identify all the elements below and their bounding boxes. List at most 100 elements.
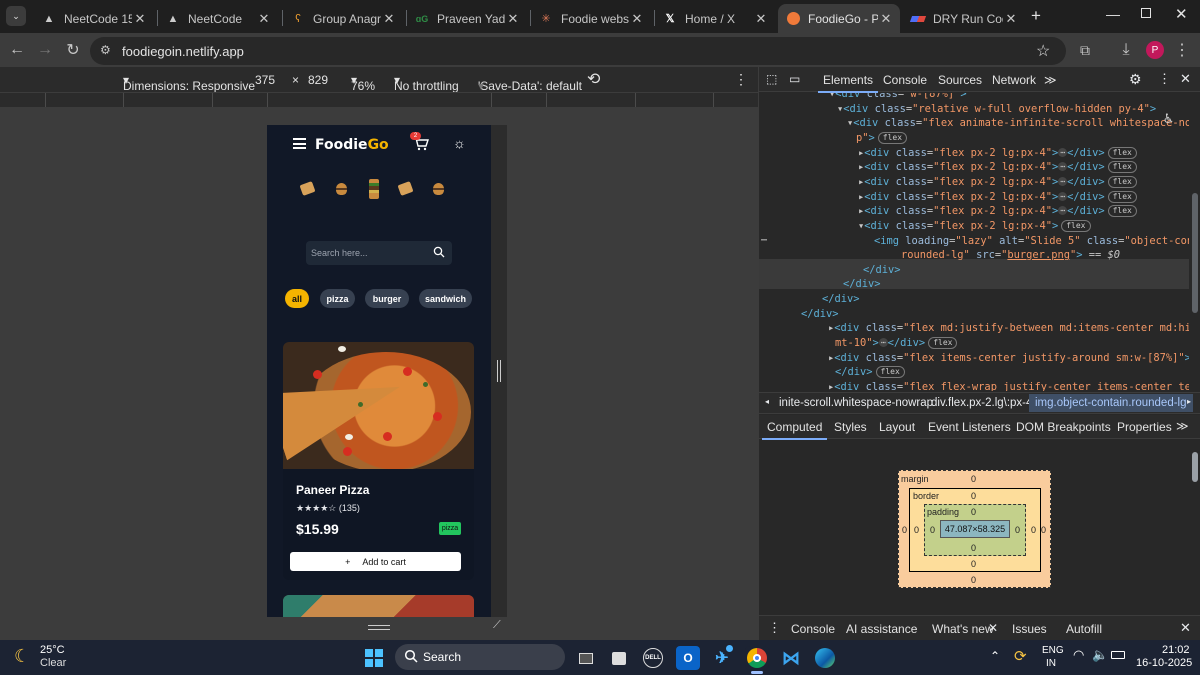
settings-gear-icon[interactable]: ⚙ bbox=[1129, 71, 1142, 88]
width-input[interactable]: 375 bbox=[255, 73, 275, 87]
theme-toggle-icon[interactable]: ☼ bbox=[453, 135, 466, 151]
close-icon[interactable]: ✕ bbox=[381, 11, 397, 27]
vscode-icon[interactable]: ⋈ bbox=[779, 646, 803, 670]
close-window-button[interactable]: ✕ bbox=[1175, 5, 1188, 23]
reload-button[interactable]: ↻ bbox=[61, 38, 85, 62]
dom-tree[interactable]: ▾<div class="w-[87%]"> ▾<div class="relat… bbox=[759, 93, 1189, 391]
language-code[interactable]: ENG bbox=[1042, 645, 1064, 656]
drawer-tab-console[interactable]: Console bbox=[791, 622, 835, 636]
dimensions-select[interactable]: Dimensions: Responsive ▾ bbox=[123, 73, 255, 93]
dell-icon[interactable]: DELL bbox=[641, 646, 665, 670]
category-chip-sandwich[interactable]: sandwich bbox=[419, 289, 472, 308]
more-tabs-icon[interactable]: ≫ bbox=[1044, 73, 1057, 87]
height-input[interactable]: 829 bbox=[308, 73, 328, 87]
subtab-layout[interactable]: Layout bbox=[879, 420, 915, 434]
tab-console[interactable]: Console bbox=[883, 73, 927, 87]
category-chip-pizza[interactable]: pizza bbox=[320, 289, 355, 308]
drawer-tab-autofill[interactable]: Autofill bbox=[1066, 622, 1102, 636]
clock-time[interactable]: 21:02 bbox=[1162, 644, 1190, 656]
subtab-styles[interactable]: Styles bbox=[834, 420, 867, 434]
battery-icon[interactable] bbox=[1111, 651, 1125, 659]
dom-node-line[interactable]: mt-10"> ⋯ </div> flex bbox=[835, 337, 958, 352]
show-hidden-icons[interactable]: ⌃ bbox=[990, 649, 1000, 663]
accessibility-icon[interactable]: ♿ bbox=[1164, 109, 1173, 127]
close-devtools-icon[interactable]: ✕ bbox=[1180, 71, 1191, 87]
taskbar-search[interactable]: Search bbox=[395, 644, 565, 670]
more-subtabs-icon[interactable]: ≫ bbox=[1176, 419, 1189, 433]
forward-button[interactable]: → bbox=[33, 38, 57, 62]
tab-dry-run-code[interactable]: DRY Run Code - ✕ bbox=[903, 4, 1025, 33]
microsoft-store-icon[interactable] bbox=[607, 646, 631, 670]
close-drawer-icon[interactable]: ✕ bbox=[1180, 620, 1191, 636]
dom-node-line[interactable]: </div> bbox=[801, 308, 839, 323]
subtab-dom-breakpoints[interactable]: DOM Breakpoints bbox=[1016, 420, 1111, 434]
zoom-select[interactable]: 76% ▾ bbox=[351, 73, 375, 93]
tab-sources[interactable]: Sources bbox=[938, 73, 982, 87]
resize-corner-handle[interactable]: ⟋ bbox=[493, 619, 501, 632]
tab-praveen-yadav[interactable]: ɑG Praveen Yadav - ✕ bbox=[407, 4, 527, 33]
new-tab-button[interactable]: + bbox=[1031, 6, 1041, 26]
breadcrumb-item-active[interactable]: img.object-contain.rounded-lg bbox=[1029, 394, 1193, 412]
sync-icon[interactable]: ⟳ bbox=[1014, 647, 1027, 665]
dom-node-line[interactable]: ▸<div class="flex items-center justify-a… bbox=[828, 352, 1189, 367]
dom-node-line[interactable]: ▸<div class="flex flex-wrap justify-cent… bbox=[828, 381, 1189, 391]
subtab-properties[interactable]: Properties bbox=[1117, 420, 1172, 434]
bookmark-star-icon[interactable]: ☆ bbox=[1036, 41, 1050, 61]
computed-scrollbar[interactable] bbox=[1191, 440, 1199, 614]
drawer-tab-issues[interactable]: Issues bbox=[1012, 622, 1047, 636]
weather-condition[interactable]: Clear bbox=[40, 657, 66, 669]
drawer-menu-icon[interactable]: ⋮ bbox=[768, 620, 781, 636]
dom-scrollbar[interactable] bbox=[1191, 93, 1199, 391]
download-icon[interactable]: ⤓ bbox=[1114, 38, 1138, 62]
device-toggle-icon[interactable]: ▭ bbox=[789, 72, 800, 86]
mobile-page[interactable]: FoodieGo 2 ☼ Search here... all pizza bu… bbox=[267, 125, 491, 617]
close-whats-new-icon[interactable]: ✕ bbox=[988, 621, 998, 635]
address-bar[interactable]: ⚙ foodiegoin.netlify.app ☆ bbox=[90, 37, 1066, 65]
breadcrumb-item[interactable]: inite-scroll.whitespace-nowrap bbox=[779, 397, 933, 409]
dom-node-line[interactable]: ▾<div class="relative w-full overflow-hi… bbox=[837, 103, 1156, 118]
rotate-icon[interactable]: ⟲ bbox=[587, 69, 600, 89]
menu-icon[interactable]: ⋮ bbox=[1170, 38, 1194, 62]
tab-foodiego[interactable]: FoodieGo - Pick ✕ bbox=[778, 4, 900, 33]
breadcrumb-right-arrow[interactable]: ▸ bbox=[1187, 397, 1191, 406]
tab-foodie-website[interactable]: ✳ Foodie website p ✕ bbox=[531, 4, 651, 33]
dom-node-line[interactable]: <img loading="lazy" alt="Slide 5" class=… bbox=[874, 235, 1189, 250]
throttling-select[interactable]: No throttling ▾ bbox=[394, 73, 459, 93]
drawer-tab-whats-new[interactable]: What's new bbox=[927, 622, 999, 642]
wifi-icon[interactable]: ◠ bbox=[1073, 647, 1084, 663]
search-input[interactable]: Search here... bbox=[306, 241, 452, 265]
subtab-computed[interactable]: Computed bbox=[761, 420, 828, 440]
close-icon[interactable]: ✕ bbox=[132, 11, 148, 27]
more-options-icon[interactable]: ⋮ bbox=[734, 71, 748, 88]
tab-home-x[interactable]: 𝕏 Home / X ✕ bbox=[655, 4, 775, 33]
site-info-icon[interactable]: ⚙ bbox=[100, 43, 111, 57]
foodiego-logo[interactable]: FoodieGo bbox=[315, 137, 389, 153]
dom-node-line[interactable]: </div> flex bbox=[835, 366, 905, 381]
resize-handle-right[interactable] bbox=[491, 125, 507, 617]
dom-node-line[interactable]: rounded-lg" src="burger.png"> == $0 bbox=[901, 249, 1120, 264]
volume-icon[interactable]: 🔈 bbox=[1092, 647, 1108, 663]
chrome-icon[interactable] bbox=[745, 646, 769, 670]
breadcrumb-left-arrow[interactable]: ◂ bbox=[765, 397, 769, 406]
outlook-icon[interactable]: O bbox=[676, 646, 700, 670]
tab-network[interactable]: Network bbox=[992, 73, 1036, 87]
close-icon[interactable]: ✕ bbox=[256, 11, 272, 27]
tab-group-anagrams[interactable]: ʕ Group Anagrams ✕ bbox=[283, 4, 403, 33]
dom-node-line[interactable]: </div> bbox=[863, 264, 901, 279]
task-view-icon[interactable] bbox=[574, 646, 598, 670]
tab-elements[interactable]: Elements bbox=[817, 73, 879, 93]
add-to-cart-button[interactable]: + Add to cart bbox=[290, 552, 461, 571]
search-icon[interactable] bbox=[433, 245, 445, 263]
dom-node-line[interactable]: ▸<div class="flex px-2 lg:px-4"> ⋯ </div> f… bbox=[858, 190, 1137, 206]
resize-handle-bottom[interactable] bbox=[368, 625, 390, 630]
dom-node-line[interactable]: ▸<div class="flex px-2 lg:px-4"> ⋯ </div> f… bbox=[858, 205, 1137, 220]
category-chip-all[interactable]: all bbox=[285, 289, 309, 308]
dom-node-line[interactable]: ▸<div class="flex px-2 lg:px-4"> ⋯ </div> f… bbox=[858, 175, 1137, 191]
weather-temperature[interactable]: 25°C bbox=[40, 644, 65, 656]
close-icon[interactable]: ✕ bbox=[629, 11, 645, 27]
windows-start-icon[interactable] bbox=[362, 646, 386, 670]
node-actions-icon[interactable]: ⋯ bbox=[761, 235, 767, 246]
dom-node-line[interactable]: p"> flex bbox=[856, 131, 908, 147]
drawer-tab-ai-assistance[interactable]: AI assistance bbox=[846, 622, 917, 636]
dom-node-line[interactable]: ▾<div class="w-[87%]"> bbox=[829, 93, 967, 103]
